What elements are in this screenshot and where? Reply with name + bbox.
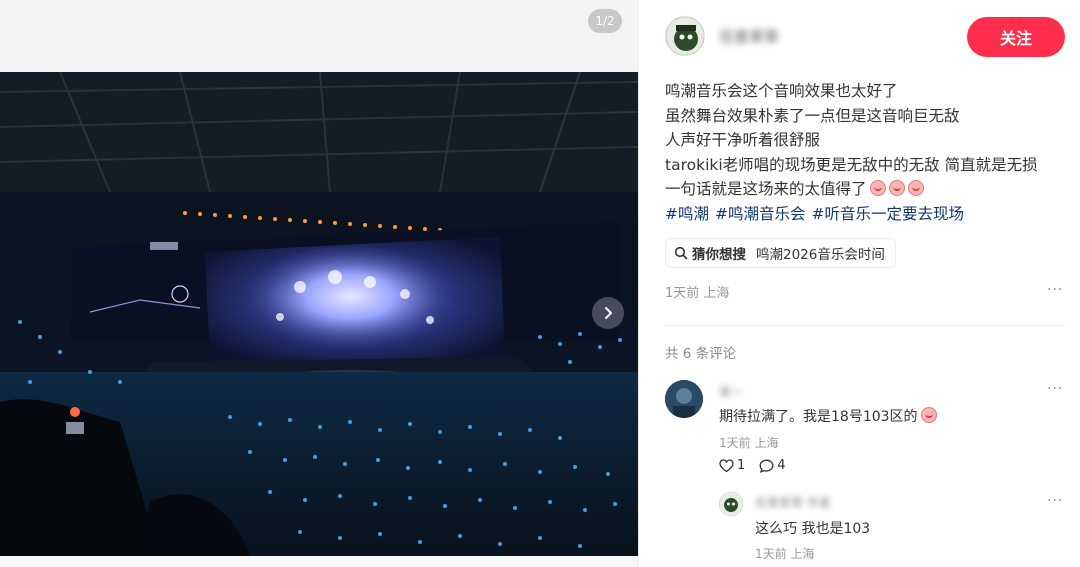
tag-link[interactable]: #听音乐一定要去现场	[812, 205, 965, 223]
reply-button[interactable]: 4	[759, 458, 786, 473]
chevron-right-icon	[605, 307, 612, 319]
like-count: 1	[737, 458, 746, 473]
emoji-icon	[888, 180, 905, 197]
emoji-icon	[869, 180, 886, 197]
tag-link[interactable]: #鸣潮音乐会	[715, 205, 806, 223]
guess-query: 鸣潮2026音乐会时间	[756, 247, 885, 263]
image-counter: 1/2	[588, 9, 622, 33]
comment-count: 共 6 条评论	[665, 346, 737, 362]
guess-label: 猜你想搜	[692, 247, 746, 263]
reply-avatar-art	[719, 492, 743, 516]
post-line: 鸣潮音乐会这个音响效果也太好了	[665, 82, 898, 100]
reply-meta: 1天前 上海	[755, 547, 815, 561]
media-viewer: 1/2	[0, 0, 638, 567]
heart-icon	[719, 458, 734, 472]
next-image-button[interactable]	[592, 297, 624, 329]
reply-more-button[interactable]: ···	[1047, 493, 1063, 509]
comment-text-row: 期待拉满了。我是18号103区的	[719, 406, 937, 426]
commenter-avatar-art	[665, 380, 703, 418]
commenter-avatar[interactable]	[665, 380, 703, 418]
guess-search-chip[interactable]: 猜你想搜 鸣潮2026音乐会时间	[665, 238, 896, 268]
post-more-button[interactable]: ···	[1047, 282, 1063, 298]
tag-list: #鸣潮 #鸣潮音乐会 #听音乐一定要去现场	[665, 202, 1065, 227]
comment-meta: 1天前 上海	[719, 436, 779, 450]
post-line: 人声好干净听着很舒服	[665, 131, 821, 150]
comment-more-button[interactable]: ···	[1047, 381, 1063, 397]
reply-avatar[interactable]	[719, 492, 743, 516]
concert-photo-art	[0, 72, 638, 556]
avatar-art	[666, 17, 704, 55]
search-icon	[674, 246, 688, 260]
author-avatar[interactable]	[665, 16, 705, 56]
post-line-last: 一句话就是这场来的太值得了	[665, 177, 1065, 202]
divider	[665, 325, 1065, 326]
commenter-name[interactable]: 某一	[719, 383, 743, 400]
post-content: 鸣潮音乐会这个音响效果也太好了 虽然舞台效果朴素了一点但是这音响巨无敌 人声好干…	[665, 79, 1065, 227]
post-line-text: 一句话就是这场来的太值得了	[665, 180, 867, 199]
emoji-icon	[907, 180, 924, 197]
media-bottom-strip	[0, 556, 638, 567]
reply-text: 这么巧 我也是103	[755, 521, 871, 537]
reply-count: 4	[777, 458, 786, 473]
author-name[interactable]: 任意草草	[719, 26, 779, 47]
follow-button[interactable]: 关注	[967, 17, 1065, 57]
concert-photo[interactable]	[0, 72, 638, 556]
reply-author-name[interactable]: 任意草草 作者	[755, 494, 831, 511]
post-line: tarokiki老师唱的现场更是无敌中的无敌 简直就是无损	[665, 155, 1038, 174]
post-line: 虽然舞台效果朴素了一点但是这音响巨无敌	[665, 106, 960, 125]
post-detail-panel: 任意草草 关注 鸣潮音乐会这个音响效果也太好了 虽然舞台效果朴素了一点但是这音响…	[638, 0, 1080, 567]
comment-text: 期待拉满了。我是18号103区的	[719, 409, 918, 425]
comment-actions: 1 4	[719, 458, 800, 473]
comment-bubble-icon	[759, 459, 774, 473]
emoji-icon	[920, 407, 937, 423]
tag-link[interactable]: #鸣潮	[665, 205, 709, 223]
like-button[interactable]: 1	[719, 458, 745, 473]
author-info[interactable]: 任意草草	[665, 16, 779, 56]
post-meta: 1天前 上海	[665, 286, 730, 301]
